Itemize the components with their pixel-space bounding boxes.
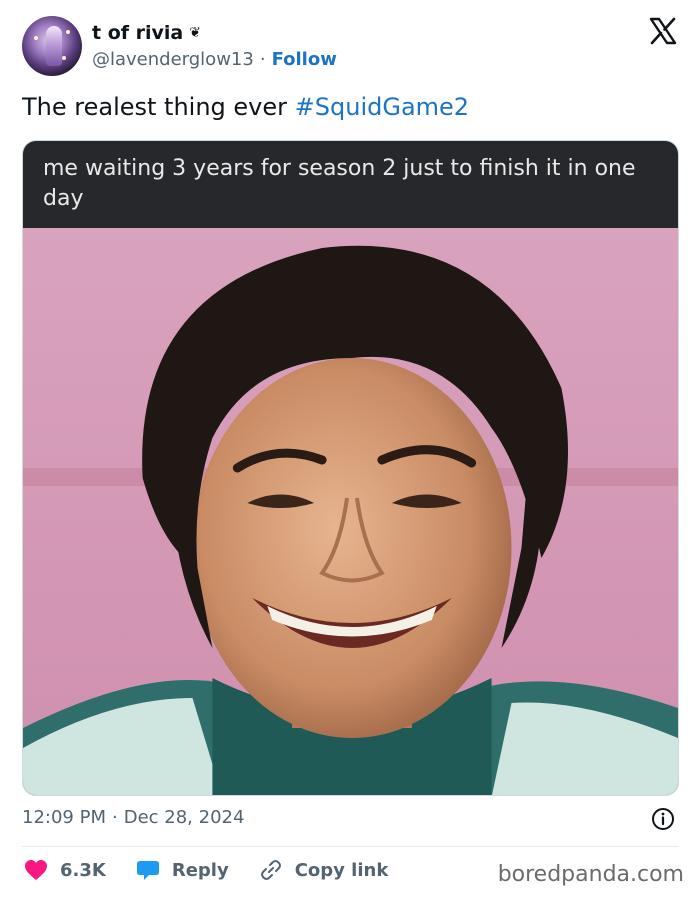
meme-caption: me waiting 3 years for season 2 just to … xyxy=(23,141,678,228)
action-bar: 6.3K Reply Copy link xyxy=(24,858,418,882)
reply-bubble-icon xyxy=(136,861,159,880)
tweet-date: Dec 28, 2024 xyxy=(123,807,245,828)
avatar-sparkle xyxy=(34,36,38,40)
meme-photo xyxy=(23,228,678,795)
handle-row: @lavenderglow13 · Follow xyxy=(92,49,337,70)
tweet-text: The realest thing ever #SquidGame2 xyxy=(22,93,469,121)
watermark: boredpanda.com xyxy=(497,862,684,887)
reply-button[interactable]: Reply xyxy=(136,858,229,882)
copy-link-button[interactable]: Copy link xyxy=(259,858,389,882)
like-count: 6.3K xyxy=(60,859,106,881)
separator-dot: · xyxy=(111,807,118,828)
display-name[interactable]: t of rivia xyxy=(92,22,183,44)
heart-icon xyxy=(25,860,47,880)
info-icon[interactable] xyxy=(651,807,675,831)
author-name-row: t of rivia ❦ xyxy=(92,22,201,44)
avatar-sparkle xyxy=(66,30,70,34)
separator-dot: · xyxy=(259,49,266,70)
reply-label: Reply xyxy=(171,859,229,881)
tweet-time: 12:09 PM xyxy=(22,807,106,828)
avatar-sparkle xyxy=(62,56,66,60)
hashtag-link[interactable]: #SquidGame2 xyxy=(295,93,469,121)
user-handle[interactable]: @lavenderglow13 xyxy=(92,49,254,70)
copy-link-label: Copy link xyxy=(294,859,389,881)
tweet-body: The realest thing ever xyxy=(22,93,295,121)
name-emoji: ❦ xyxy=(189,25,201,41)
x-logo-icon[interactable] xyxy=(648,16,678,46)
avatar[interactable] xyxy=(22,16,82,76)
link-icon xyxy=(260,860,281,880)
divider xyxy=(22,846,679,847)
avatar-figure xyxy=(46,26,62,66)
follow-button[interactable]: Follow xyxy=(272,49,337,70)
tweet-timestamp[interactable]: 12:09 PM · Dec 28, 2024 xyxy=(22,807,244,828)
tweet-media[interactable]: me waiting 3 years for season 2 just to … xyxy=(22,140,679,796)
like-button[interactable]: 6.3K xyxy=(24,859,106,881)
